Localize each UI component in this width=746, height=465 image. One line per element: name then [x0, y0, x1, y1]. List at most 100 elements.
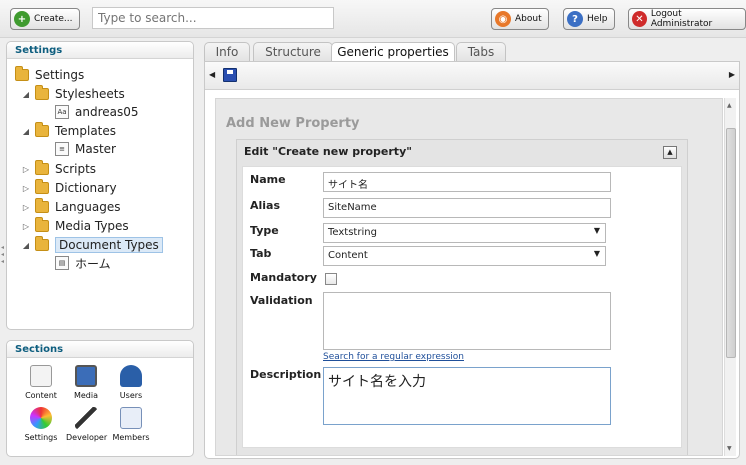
about-button[interactable]: ◉ About — [491, 8, 549, 30]
validation-label: Validation — [250, 294, 313, 307]
developer-icon — [75, 407, 97, 429]
stylesheet-icon: Aa — [55, 105, 69, 119]
settings-icon — [30, 407, 52, 429]
property-form: Name サイト名 Alias SiteName Type Textstring… — [242, 166, 682, 448]
collapsed-arrow-icon[interactable]: ▷ — [21, 184, 31, 193]
users-icon — [120, 365, 142, 387]
editor-scrollbar[interactable]: ▲ ▼ — [724, 98, 736, 456]
section-settings[interactable]: Settings — [21, 407, 61, 442]
tab-info[interactable]: Info — [204, 42, 250, 62]
mandatory-checkbox[interactable] — [325, 273, 337, 285]
tree-item-scripts[interactable]: ▷ Scripts — [21, 160, 96, 178]
tab-generic-properties[interactable]: Generic properties — [331, 42, 455, 63]
folder-icon — [35, 236, 49, 251]
tab-tabs[interactable]: Tabs — [456, 42, 506, 62]
expanded-arrow-icon[interactable]: ◢ — [21, 90, 31, 99]
edit-property-box: Edit "Create new property" ▲ Name サイト名 A… — [236, 139, 688, 455]
content-area: ◀ ▶ Add New Property Edit "Create new pr… — [204, 61, 740, 459]
tree-label: Languages — [55, 200, 121, 214]
sections-panel-title: Sections — [7, 341, 193, 358]
tab-select[interactable]: Content ▼ — [323, 246, 606, 266]
search-input[interactable] — [92, 7, 334, 29]
about-label: About — [515, 14, 542, 24]
tab-label: Tab — [250, 247, 272, 260]
document-type-icon: ▤ — [55, 256, 69, 270]
section-members[interactable]: Members — [111, 407, 151, 442]
validation-field[interactable] — [323, 292, 611, 350]
tree-label: Settings — [35, 68, 85, 82]
panel-splitter[interactable]: ◂ ◂ ◂ — [1, 244, 5, 266]
tree-item-stylesheets[interactable]: ◢ Stylesheets — [21, 85, 125, 103]
type-select-value: Textstring — [328, 227, 377, 238]
tab-bar: Info Structure Generic properties Tabs — [204, 40, 740, 63]
create-label: Create... — [34, 14, 73, 24]
scroll-down-icon[interactable]: ▼ — [727, 445, 732, 452]
tree-item-templates[interactable]: ◢ Templates — [21, 122, 116, 140]
name-field[interactable]: サイト名 — [323, 172, 611, 192]
section-developer[interactable]: Developer — [66, 407, 107, 442]
edit-property-title: Edit "Create new property" — [244, 145, 412, 158]
tree-label: Scripts — [55, 162, 97, 176]
regex-search-link[interactable]: Search for a regular expression — [323, 352, 464, 362]
collapse-icon[interactable]: ▲ — [663, 146, 677, 159]
tab-structure[interactable]: Structure — [253, 42, 333, 62]
folder-icon — [35, 85, 49, 100]
tree-item-dictionary[interactable]: ▷ Dictionary — [21, 179, 117, 197]
folder-icon — [35, 217, 49, 232]
scroll-left-icon[interactable]: ◀ — [209, 70, 215, 79]
alias-field[interactable]: SiteName — [323, 198, 611, 218]
type-select[interactable]: Textstring ▼ — [323, 223, 606, 243]
tree-item-master[interactable]: ≡ Master — [55, 140, 116, 158]
content-icon — [30, 365, 52, 387]
scroll-right-icon[interactable]: ▶ — [729, 70, 735, 79]
logout-icon: ✕ — [632, 11, 647, 27]
tree-item-document-types[interactable]: ◢ Document Types — [21, 236, 163, 254]
editor-toolbar: ◀ ▶ — [205, 62, 739, 90]
description-field[interactable]: サイト名を入力 — [323, 367, 611, 425]
tree-item-settings[interactable]: Settings — [15, 66, 84, 84]
scroll-up-icon[interactable]: ▲ — [727, 102, 732, 109]
section-users[interactable]: Users — [111, 365, 151, 400]
add-new-property-title: Add New Property — [226, 116, 360, 131]
logout-label: Logout Administrator — [650, 9, 713, 29]
section-content[interactable]: Content — [21, 365, 61, 400]
scroll-thumb[interactable] — [726, 128, 736, 358]
tree-item-languages[interactable]: ▷ Languages — [21, 198, 120, 216]
media-icon — [75, 365, 97, 387]
description-label: Description — [250, 368, 322, 381]
expanded-arrow-icon[interactable]: ◢ — [21, 127, 31, 136]
save-icon[interactable] — [223, 68, 237, 82]
tree-item-home[interactable]: ▤ ホーム — [55, 254, 111, 272]
top-bar: + Create... ◉ About ? Help ✕ Logout Admi… — [0, 0, 746, 38]
info-icon: ◉ — [495, 11, 511, 27]
folder-icon — [35, 179, 49, 194]
chevron-down-icon: ▼ — [593, 226, 600, 235]
collapsed-arrow-icon[interactable]: ▷ — [21, 222, 31, 231]
question-icon: ? — [567, 11, 583, 27]
property-editor-panel: Add New Property Edit "Create new proper… — [215, 98, 723, 456]
tab-select-value: Content — [328, 250, 368, 261]
mandatory-label: Mandatory — [250, 271, 317, 284]
help-button[interactable]: ? Help — [563, 8, 615, 30]
alias-label: Alias — [250, 199, 281, 212]
tree-label: Dictionary — [55, 181, 117, 195]
create-button[interactable]: + Create... — [10, 8, 80, 30]
tree-item-media-types[interactable]: ▷ Media Types — [21, 217, 129, 235]
tree-label: Master — [75, 142, 116, 156]
tree-item-andreas05[interactable]: Aa andreas05 — [55, 103, 139, 121]
settings-panel: Settings Settings ◢ Stylesheets Aa andre… — [6, 41, 194, 330]
section-media[interactable]: Media — [66, 365, 106, 400]
logout-button[interactable]: ✕ Logout Administrator — [628, 8, 746, 30]
settings-panel-title: Settings — [7, 42, 193, 59]
chevron-down-icon: ▼ — [593, 249, 600, 258]
help-label: Help — [587, 14, 608, 24]
expanded-arrow-icon[interactable]: ◢ — [21, 241, 31, 250]
tree-label: ホーム — [75, 256, 111, 271]
collapsed-arrow-icon[interactable]: ▷ — [21, 165, 31, 174]
tree-label: Templates — [55, 124, 117, 138]
tree-label: Media Types — [55, 219, 129, 233]
tree-label: Stylesheets — [55, 87, 125, 101]
folder-icon — [15, 66, 29, 81]
template-icon: ≡ — [55, 142, 69, 156]
collapsed-arrow-icon[interactable]: ▷ — [21, 203, 31, 212]
